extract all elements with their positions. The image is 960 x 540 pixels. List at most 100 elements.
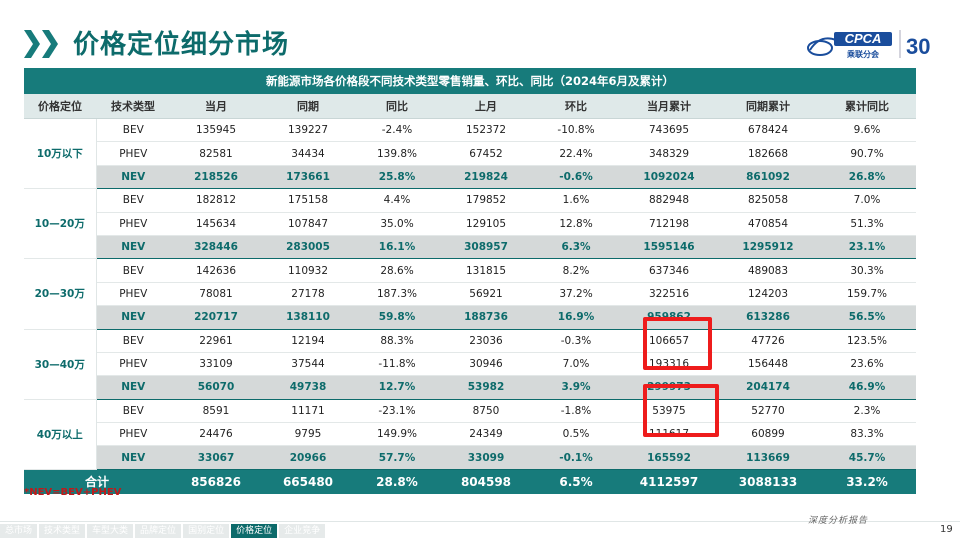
table-cell: 149.9% xyxy=(354,422,440,447)
table-cell: 2.3% xyxy=(818,399,917,424)
sales-table: 新能源市场各价格段不同技术类型零售销量、环比、同比（2024年6月及累计） 价格… xyxy=(24,68,917,494)
price-segment-label: 10—20万 xyxy=(24,188,97,260)
table-cell: 26.8% xyxy=(818,165,917,190)
table-cell: 20966 xyxy=(262,445,354,470)
table-cell: 1595146 xyxy=(620,235,718,260)
table-row-nev: NEV 56070 49738 12.7% 53982 3.9% 299973 204174 4… xyxy=(24,375,917,400)
table-cell: 34434 xyxy=(262,141,354,166)
tech-type-cell: PHEV xyxy=(96,282,170,307)
table-cell: 110932 xyxy=(262,258,354,283)
table-cell: 56.5% xyxy=(818,305,917,330)
table-cell: 218526 xyxy=(170,165,262,190)
nav-tab-4[interactable]: 国别定位 xyxy=(183,524,230,538)
column-header: 同期 xyxy=(262,94,354,119)
table-cell: 30.3% xyxy=(818,258,917,283)
table-row: PHEV 82581 34434 139.8% 67452 22.4% 348329 1826… xyxy=(24,141,917,166)
table-cell: 4.4% xyxy=(354,188,440,213)
table-cell: 37544 xyxy=(262,352,354,377)
table-cell: 131815 xyxy=(440,258,532,283)
tech-type-cell: BEV xyxy=(96,258,170,283)
table-cell: 113669 xyxy=(718,445,818,470)
table-cell: 9795 xyxy=(262,422,354,447)
tech-type-cell: PHEV xyxy=(96,422,170,447)
table-cell: -10.8% xyxy=(532,118,620,143)
table-cell: -0.6% xyxy=(532,165,620,190)
table-cell: 123.5% xyxy=(818,329,917,353)
nav-tab-0[interactable]: 总市场 xyxy=(0,524,38,538)
table-cell: 27178 xyxy=(262,282,354,307)
cpca-logo: CPCA 乘联分会 30 xyxy=(807,30,930,59)
table-cell: 825058 xyxy=(718,188,818,213)
table-cell: 16.1% xyxy=(354,235,440,260)
table-cell: 882948 xyxy=(620,188,718,213)
table-cell: 283005 xyxy=(262,235,354,260)
table-row: PHEV 33109 37544 -11.8% 30946 7.0% 193316 15644… xyxy=(24,352,917,377)
total-cell: 3088133 xyxy=(718,469,818,494)
highlight-box xyxy=(643,384,719,437)
tech-type-cell: BEV xyxy=(96,188,170,213)
nav-tab-2[interactable]: 车型大类 xyxy=(87,524,134,538)
chevron-right-icon xyxy=(42,30,58,58)
table-cell: 637346 xyxy=(620,258,718,283)
table-row: PHEV 145634 107847 35.0% 129105 12.8% 712198 47… xyxy=(24,212,917,236)
table-cell: 124203 xyxy=(718,282,818,307)
table-cell: 142636 xyxy=(170,258,262,283)
table-cell: 489083 xyxy=(718,258,818,283)
table-cell: -1.8% xyxy=(532,399,620,424)
total-cell: 6.5% xyxy=(532,469,620,494)
table-cell: 348329 xyxy=(620,141,718,166)
table-cell: 47726 xyxy=(718,329,818,353)
table-cell: 33067 xyxy=(170,445,262,470)
total-cell: 856826 xyxy=(170,469,262,494)
table-cell: 12194 xyxy=(262,329,354,353)
tech-type-cell: NEV xyxy=(96,165,170,190)
table-cell: -11.8% xyxy=(354,352,440,377)
page-number: 19 xyxy=(940,524,953,535)
table-cell: 1295912 xyxy=(718,235,818,260)
table-cell: -2.4% xyxy=(354,118,440,143)
table-cell: 25.8% xyxy=(354,165,440,190)
table-cell: 1.6% xyxy=(532,188,620,213)
footnote: *NEV=BEV+PHEV xyxy=(24,487,122,498)
table-cell: 60899 xyxy=(718,422,818,447)
table-cell: 23036 xyxy=(440,329,532,353)
table-cell: 22.4% xyxy=(532,141,620,166)
table-cell: 53982 xyxy=(440,375,532,400)
table-cell: 33109 xyxy=(170,352,262,377)
column-header: 环比 xyxy=(532,94,620,119)
table-cell: -0.3% xyxy=(532,329,620,353)
nav-tab-5[interactable]: 价格定位 xyxy=(231,524,278,538)
table-header-row: 价格定位 技术类型 当月 同期 同比 上月 环比 当月累计 同期累计 累计同比 xyxy=(24,94,917,119)
svg-text:CPCA: CPCA xyxy=(845,31,882,46)
table-cell: -23.1% xyxy=(354,399,440,424)
column-header: 上月 xyxy=(440,94,532,119)
table-cell: 8750 xyxy=(440,399,532,424)
total-cell: 33.2% xyxy=(818,469,917,494)
table-cell: -0.1% xyxy=(532,445,620,470)
column-header: 同比 xyxy=(354,94,440,119)
table-cell: 23.6% xyxy=(818,352,917,377)
table-cell: 24349 xyxy=(440,422,532,447)
table-cell: 152372 xyxy=(440,118,532,143)
nav-tab-6[interactable]: 企业竞争 xyxy=(279,524,326,538)
table-cell: 88.3% xyxy=(354,329,440,353)
table-cell: 1092024 xyxy=(620,165,718,190)
nav-tab-1[interactable]: 技术类型 xyxy=(39,524,86,538)
table-cell: 145634 xyxy=(170,212,262,236)
table-cell: 328446 xyxy=(170,235,262,260)
table-row: PHEV 78081 27178 187.3% 56921 37.2% 322516 1242… xyxy=(24,282,917,307)
table-cell: 204174 xyxy=(718,375,818,400)
table-row: 10—20万 BEV 182812 175158 4.4% 179852 1.6% 88294… xyxy=(24,188,917,260)
table-cell: 165592 xyxy=(620,445,718,470)
nav-tab-3[interactable]: 品牌定位 xyxy=(135,524,182,538)
table-cell: 45.7% xyxy=(818,445,917,470)
table-cell: 3.9% xyxy=(532,375,620,400)
section-nav: 总市场 技术类型 车型大类 品牌定位 国别定位 价格定位 企业竞争 xyxy=(0,522,327,540)
table-cell: 182812 xyxy=(170,188,262,213)
table-cell: 182668 xyxy=(718,141,818,166)
tech-type-cell: NEV xyxy=(96,445,170,470)
table-cell: 56070 xyxy=(170,375,262,400)
chevron-right-icon xyxy=(24,30,40,58)
report-slogan: 深度分析报告 xyxy=(808,516,869,526)
table-row-nev: NEV 218526 173661 25.8% 219824 -0.6% 1092024 86… xyxy=(24,165,917,190)
